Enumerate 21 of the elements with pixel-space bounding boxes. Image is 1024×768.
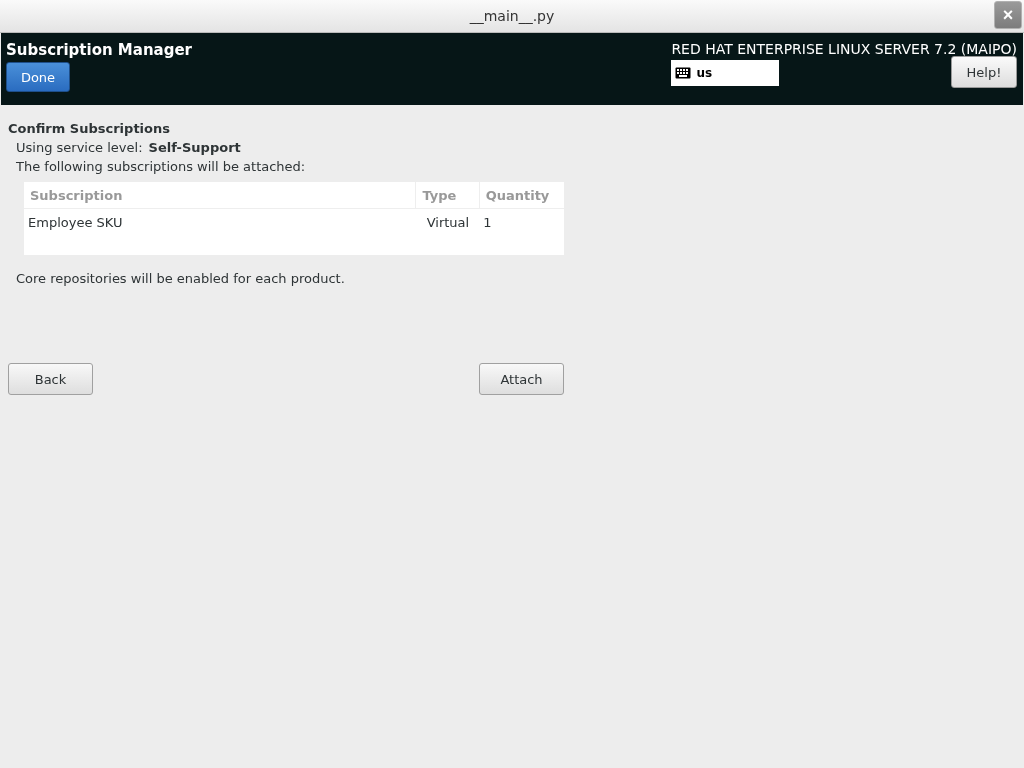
service-level-value: Self-Support bbox=[148, 140, 241, 155]
back-button[interactable]: Back bbox=[8, 363, 93, 395]
product-name: RED HAT ENTERPRISE LINUX SERVER 7.2 (MAIPO) bbox=[671, 41, 1017, 57]
column-header[interactable]: Type bbox=[415, 182, 480, 209]
column-header[interactable]: Quantity bbox=[479, 182, 564, 209]
table-cell: 1 bbox=[479, 208, 564, 255]
help-button[interactable]: Help! bbox=[951, 56, 1017, 88]
keyboard-layout-field[interactable]: us bbox=[671, 60, 780, 86]
table-cell: Virtual bbox=[415, 208, 480, 255]
note-text: Core repositories will be enabled for each product. bbox=[16, 271, 346, 286]
column-header[interactable]: Subscription bbox=[24, 182, 416, 209]
service-level-label: Using service level: bbox=[16, 140, 143, 155]
section-heading: Confirm Subscriptions bbox=[8, 121, 171, 136]
table-cell: Employee SKU bbox=[24, 208, 416, 255]
attach-button[interactable]: Attach bbox=[479, 363, 564, 395]
keyboard-icon bbox=[675, 67, 692, 79]
intro-text: The following subscriptions will be attached: bbox=[16, 159, 307, 174]
window-title: __main__.py bbox=[469, 8, 555, 24]
close-button[interactable]: × bbox=[994, 1, 1022, 29]
page-title: Subscription Manager bbox=[6, 41, 192, 59]
done-button[interactable]: Done bbox=[6, 62, 70, 92]
